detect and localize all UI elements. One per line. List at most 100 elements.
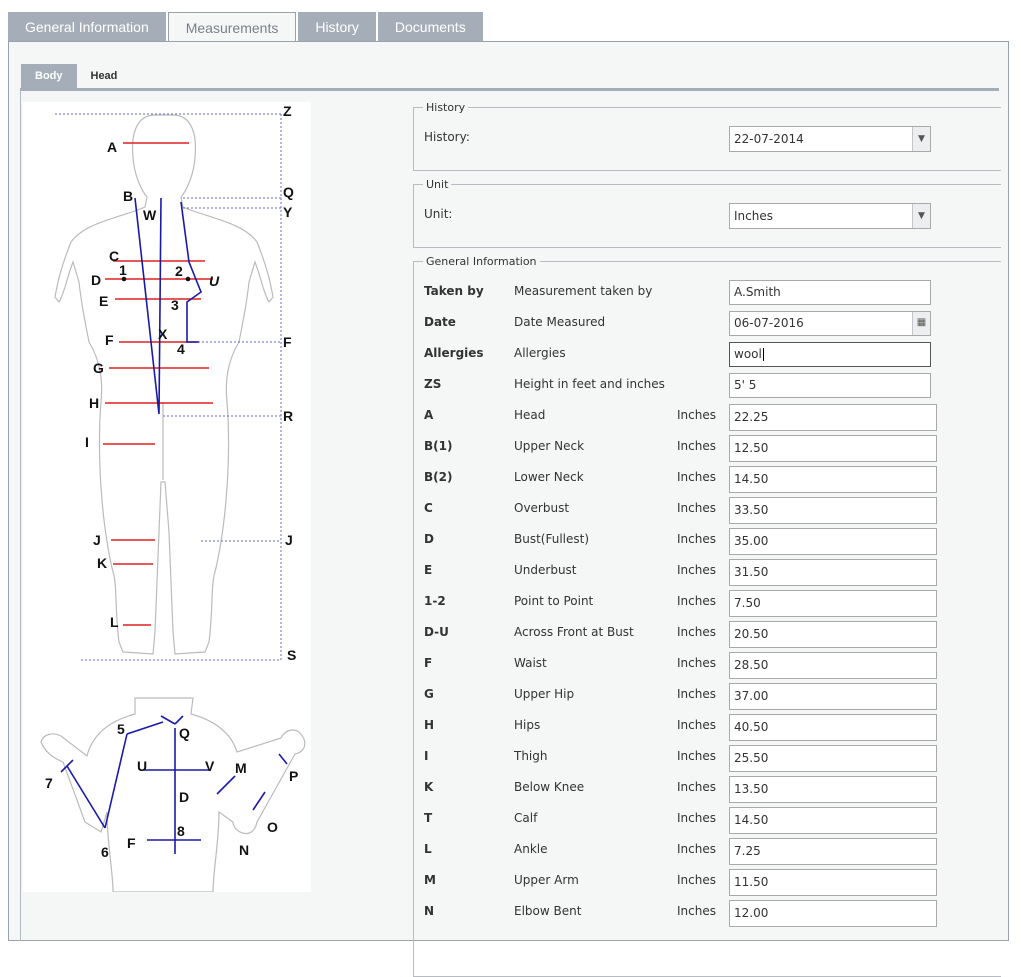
measure-code-upper-arm: M <box>424 873 436 887</box>
label-d: D <box>91 272 101 288</box>
measure-unit-hips: Inches <box>677 718 716 732</box>
sub-tab-body[interactable]: Body <box>21 64 77 88</box>
calendar-icon[interactable]: ▦ <box>912 312 930 335</box>
label-q: Q <box>283 184 294 200</box>
measure-input-underbust[interactable]: 31.50 <box>729 559 937 586</box>
measure-code-elbow-bent: N <box>424 904 435 918</box>
measure-code-thigh: I <box>424 749 429 763</box>
measure-code-head: A <box>424 408 434 422</box>
unit-select-value: Inches <box>734 209 773 223</box>
measure-unit-underbust: Inches <box>677 563 716 577</box>
torso-label-6: 6 <box>101 844 109 860</box>
measure-label-ankle: Ankle <box>514 842 548 856</box>
measure-code-ankle: L <box>424 842 432 856</box>
measure-unit-upper-hip: Inches <box>677 687 716 701</box>
torso-label-7: 7 <box>45 775 53 791</box>
measure-input-upper-arm[interactable]: 11.50 <box>729 869 937 896</box>
measure-input-thigh[interactable]: 25.50 <box>729 745 937 772</box>
measure-input-waist[interactable]: 28.50 <box>729 652 937 679</box>
label-c: C <box>109 248 119 264</box>
torso-label-o: O <box>267 819 278 835</box>
measure-input-below-knee[interactable]: 13.50 <box>729 776 937 803</box>
torso-label-m: M <box>235 760 247 776</box>
height-input[interactable]: 5' 5 <box>729 373 931 398</box>
measure-input-elbow-bent[interactable]: 12.00 <box>729 900 937 927</box>
measure-input-across-front-at-bust[interactable]: 20.50 <box>729 621 937 648</box>
history-select[interactable]: 22-07-2014 ▼ <box>729 126 931 152</box>
chevron-down-icon[interactable]: ▼ <box>912 127 930 151</box>
date-label: Date Measured <box>514 315 606 329</box>
measure-unit-thigh: Inches <box>677 749 716 763</box>
allergies-code: Allergies <box>424 346 484 360</box>
taken-by-input[interactable]: A.Smith <box>729 280 931 305</box>
torso-label-u: U <box>137 758 147 774</box>
label-1: 1 <box>119 262 127 278</box>
measure-unit-lower-neck: Inches <box>677 470 716 484</box>
unit-legend: Unit <box>426 178 449 191</box>
measure-unit-across-front-at-bust: Inches <box>677 625 716 639</box>
measure-input-bust-fullest[interactable]: 35.00 <box>729 528 937 555</box>
measure-code-overbust: C <box>424 501 433 515</box>
label-f-right: F <box>283 334 292 350</box>
measure-label-hips: Hips <box>514 718 541 732</box>
date-code: Date <box>424 315 456 329</box>
allergies-label: Allergies <box>514 346 566 360</box>
measure-input-hips[interactable]: 40.50 <box>729 714 937 741</box>
date-measured-value: 06-07-2016 <box>734 316 804 330</box>
height-label: Height in feet and inches <box>514 377 665 391</box>
measure-label-overbust: Overbust <box>514 501 570 515</box>
measure-label-upper-neck: Upper Neck <box>514 439 585 453</box>
unit-label: Unit: <box>424 207 453 221</box>
label-4: 4 <box>177 341 185 357</box>
measure-label-bust-fullest: Bust(Fullest) <box>514 532 590 546</box>
torso-label-5: 5 <box>117 721 125 737</box>
measure-code-underbust: E <box>424 563 433 577</box>
history-label: History: <box>424 130 470 144</box>
measure-input-point-to-point[interactable]: 7.50 <box>729 590 937 617</box>
measure-unit-point-to-point: Inches <box>677 594 716 608</box>
measure-code-point-to-point: 1-2 <box>424 594 446 608</box>
tab-measurements[interactable]: Measurements <box>167 12 297 43</box>
measure-input-head[interactable]: 22.25 <box>729 404 937 431</box>
measure-input-overbust[interactable]: 33.50 <box>729 497 937 524</box>
label-e: E <box>99 293 108 309</box>
measure-unit-elbow-bent: Inches <box>677 904 716 918</box>
measurements-panel: Body Head A B C D E F G H I J K L Z Q Y … <box>8 41 1009 977</box>
tab-general-information[interactable]: General Information <box>8 12 166 42</box>
measure-code-bust-fullest: D <box>424 532 434 546</box>
tab-history[interactable]: History <box>298 12 376 42</box>
torso-label-d: D <box>179 789 189 805</box>
unit-select[interactable]: Inches ▼ <box>729 203 931 229</box>
measure-input-ankle[interactable]: 7.25 <box>729 838 937 865</box>
label-b: B <box>123 188 133 204</box>
measure-unit-calf: Inches <box>677 811 716 825</box>
label-2: 2 <box>175 263 183 279</box>
body-figure-svg: A B C D E F G H I J K L Z Q Y F R J S W … <box>40 103 306 893</box>
measure-label-head: Head <box>514 408 546 422</box>
sub-tab-bar: Body Head <box>21 64 131 88</box>
measure-code-hips: H <box>424 718 435 732</box>
measure-code-calf: T <box>424 811 433 825</box>
measure-input-calf[interactable]: 14.50 <box>729 807 937 834</box>
label-u: U <box>209 273 220 289</box>
measure-input-upper-neck[interactable]: 12.50 <box>729 435 937 462</box>
label-y: Y <box>283 204 293 220</box>
body-content: A B C D E F G H I J K L Z Q Y F R J S W … <box>20 91 1001 977</box>
measure-unit-ankle: Inches <box>677 842 716 856</box>
measure-input-lower-neck[interactable]: 14.50 <box>729 466 937 493</box>
sub-tab-head[interactable]: Head <box>77 64 132 88</box>
label-a: A <box>107 139 117 155</box>
allergies-input[interactable]: wool <box>729 342 931 367</box>
history-legend: History <box>426 101 466 114</box>
torso-label-f: F <box>127 835 136 851</box>
measure-input-upper-hip[interactable]: 37.00 <box>729 683 937 710</box>
measure-unit-upper-arm: Inches <box>677 873 716 887</box>
measure-code-upper-neck: B(1) <box>424 439 453 453</box>
label-x: X <box>158 326 168 342</box>
chevron-down-icon[interactable]: ▼ <box>912 204 930 228</box>
date-measured-input[interactable]: 06-07-2016 ▦ <box>729 311 931 336</box>
label-w: W <box>143 207 157 223</box>
general-information-legend: General Information <box>426 255 537 268</box>
tab-documents[interactable]: Documents <box>377 12 483 42</box>
measure-unit-bust-fullest: Inches <box>677 532 716 546</box>
